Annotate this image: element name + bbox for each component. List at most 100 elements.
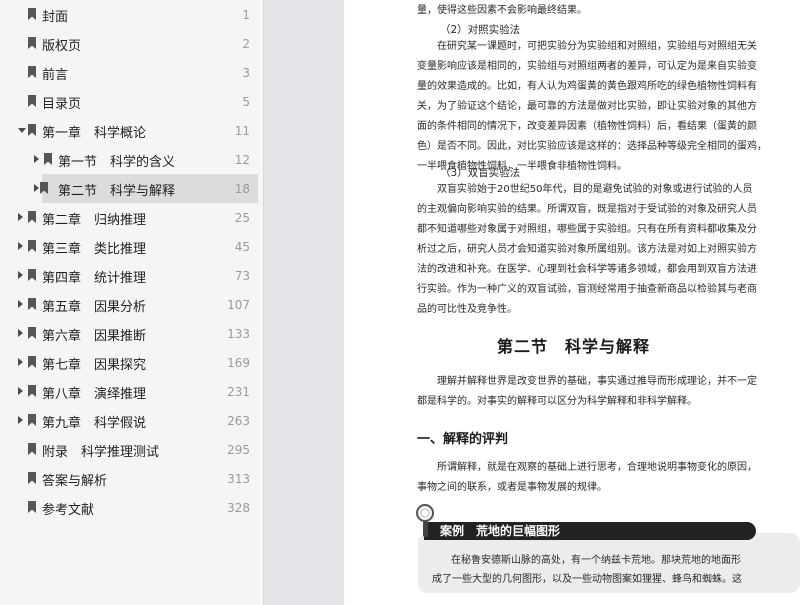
- toc-item[interactable]: 附录 科学推理测试 295: [0, 435, 258, 464]
- toc-item-label: 封面: [42, 10, 69, 25]
- toc-item[interactable]: 第一章 科学概论 11: [0, 116, 258, 145]
- case-title: 案例 荒地的巨幅图形: [440, 524, 561, 538]
- text-line: 析过之后，研究人员才会知道实验对象所属组别。该方法是对如上对照实验方: [417, 244, 757, 255]
- toc-item-label: 第八章 演绎推理: [42, 387, 147, 402]
- expand-right-arrow-icon[interactable]: [18, 271, 23, 279]
- expand-down-arrow-icon[interactable]: [18, 128, 26, 133]
- expand-right-arrow-icon[interactable]: [18, 300, 23, 308]
- toc-item[interactable]: 第九章 科学假说 263: [0, 406, 258, 435]
- expand-right-arrow-icon[interactable]: [34, 155, 39, 163]
- toc-item[interactable]: 前言 3: [0, 58, 258, 87]
- section-title: 第二节 科学与解释: [496, 337, 650, 356]
- text-line: 的主观偏向影响实验的结果。所谓双盲，既是指对于受试验的对象及研究人员: [417, 204, 757, 215]
- toc-item-label: 第五章 因果分析: [42, 300, 147, 315]
- toc-item[interactable]: 第八章 演绎推理 231: [0, 377, 258, 406]
- toc-item-page: 328: [227, 501, 250, 515]
- case-text-line: 在秘鲁安德斯山脉的高处，有一个纳兹卡荒地。那块荒地的地面形: [451, 555, 741, 566]
- toc-item-label: 参考文献: [42, 503, 95, 518]
- toc-item[interactable]: 封面 1: [0, 0, 258, 29]
- toc-item-page: 3: [242, 66, 250, 80]
- document-page: 量，使得这些因素不会影响最终结果。 （2）对照实验法 在研究某一课题时，可把实验…: [344, 0, 803, 605]
- expand-right-arrow-icon[interactable]: [34, 184, 39, 192]
- toc-item[interactable]: 参考文献 328: [0, 493, 258, 522]
- toc-item-page: 231: [227, 385, 250, 399]
- toc-item-label: 第一章 科学概论: [42, 126, 147, 141]
- toc-item-label: 第四章 统计推理: [42, 271, 147, 286]
- subheading-double-blind: （3）双盲实验法: [440, 167, 521, 179]
- bookmark-icon: [28, 298, 36, 310]
- expand-right-arrow-icon[interactable]: [18, 242, 23, 250]
- toc-item-label: 第六章 因果推断: [42, 329, 147, 344]
- bookmark-icon: [28, 240, 36, 252]
- bookmark-icon: [28, 124, 36, 136]
- magnifier-icon: [416, 504, 434, 537]
- toc-item-page: 25: [234, 211, 250, 225]
- bookmark-icon: [28, 269, 36, 281]
- expand-right-arrow-icon[interactable]: [18, 213, 23, 221]
- bookmark-icon: [28, 8, 36, 20]
- bookmark-icon: [28, 443, 36, 455]
- text-line: 双盲实验始于20世纪50年代，目的是避免试验的对象或进行试验的人员: [437, 184, 753, 195]
- toc-item[interactable]: 第五章 因果分析 107: [0, 290, 258, 319]
- toc-item-label: 第二节 科学与解释: [58, 184, 176, 199]
- text-line: 量，使得这些因素不会影响最终结果。: [417, 5, 587, 16]
- bookmark-icon: [28, 501, 36, 513]
- toc-item-page: 18: [234, 182, 250, 196]
- toc-item-label: 答案与解析: [42, 474, 108, 489]
- text-line: 都不知道哪些对象属于对照组，哪些属于实验组。只有在所有资料都收集及分: [417, 224, 757, 235]
- toc-item-page: 2: [242, 37, 250, 51]
- toc-item-label: 第九章 科学假说: [42, 416, 147, 431]
- bookmark-icon: [28, 95, 36, 107]
- text-line: 面的条件相同的情况下，改变差异因素（植物性饲料）后，看结果（蛋黄的颜: [417, 121, 757, 132]
- toc-sidebar: 封面 1 版权页 2 前言 3 目录页 5 第一章 科学概论 11 第一节 科学的含义 12 第二节 科…: [0, 0, 264, 605]
- text-line: 变量影响应该是相同的，实验组与对照组两者的差异，可认定为是来自实验变: [417, 61, 757, 72]
- text-line: 所谓解释，就是在观察的基础上进行思考，合理地说明事物变化的原因，: [437, 462, 757, 473]
- toc-item-page: 169: [227, 356, 250, 370]
- toc-item[interactable]: 第七章 因果探究 169: [0, 348, 258, 377]
- toc-item-page: 133: [227, 327, 250, 341]
- toc-item-page: 73: [234, 269, 250, 283]
- toc-item-label: 第一节 科学的含义: [58, 155, 176, 170]
- toc-item-page: 295: [227, 443, 250, 457]
- toc-item[interactable]: 答案与解析 313: [0, 464, 258, 493]
- bookmark-icon: [28, 327, 36, 339]
- subheading-control: （2）对照实验法: [440, 24, 521, 36]
- toc-item-page: 45: [234, 240, 250, 254]
- toc-item-page: 11: [234, 124, 250, 138]
- toc-item-page: 5: [242, 95, 250, 109]
- toc-item-label: 第二章 归纳推理: [42, 213, 147, 228]
- bookmark-icon: [28, 37, 36, 49]
- toc-item[interactable]: 第三章 类比推理 45: [0, 232, 258, 261]
- bookmark-icon: [28, 356, 36, 368]
- toc-item[interactable]: 第二章 归纳推理 25: [0, 203, 258, 232]
- toc-item-page: 1: [242, 8, 250, 22]
- bookmark-icon: [28, 414, 36, 426]
- expand-right-arrow-icon[interactable]: [18, 387, 23, 395]
- text-line: 行实验。作为一种广义的双盲试验，盲测经常用于抽查新商品以检验其与老商: [417, 284, 757, 295]
- toc-item[interactable]: 第一节 科学的含义 12: [0, 145, 258, 174]
- toc-item[interactable]: 目录页 5: [0, 87, 258, 116]
- toc-item-page: 12: [234, 153, 250, 167]
- toc-item[interactable]: 第四章 统计推理 73: [0, 261, 258, 290]
- text-line: 色）是否不同。因此，对比实验应该是这样的：选择品种等级完全相同的蛋鸡，: [417, 141, 767, 152]
- text-line: 法的改进和补充。在医学、心理到社会科学等诸多领域，都会用到双盲方法进: [417, 264, 757, 275]
- toc-item[interactable]: 第二节 科学与解释 18: [34, 174, 258, 203]
- toc-item[interactable]: 版权页 2: [0, 29, 258, 58]
- text-line: 关，为了验证这个结论，最可靠的方法是做对比实验，即让实验对象的其他方: [417, 101, 757, 112]
- bookmark-icon: [28, 211, 36, 223]
- toc-item-label: 第三章 类比推理: [42, 242, 147, 257]
- expand-right-arrow-icon[interactable]: [18, 329, 23, 337]
- text-line: 理解并解释世界是改变世界的基础，事实通过推导而形成理论，并不一定: [437, 376, 757, 387]
- bookmark-icon: [28, 66, 36, 78]
- expand-right-arrow-icon[interactable]: [18, 416, 23, 424]
- text-line: 品的可比性及竞争性。: [417, 304, 517, 315]
- heading-evaluation: 一、解释的评判: [417, 432, 509, 447]
- toc-item[interactable]: 第六章 因果推断 133: [0, 319, 258, 348]
- expand-right-arrow-icon[interactable]: [18, 358, 23, 366]
- bookmark-icon: [40, 182, 48, 194]
- text-line: 量的效果造成的。比如，有人认为鸡蛋黄的黄色跟鸡所吃的绿色植物性饲料有: [417, 81, 757, 92]
- toc-item-page: 263: [227, 414, 250, 428]
- text-line: 事物之间的联系，或者是事物发展的规律。: [417, 482, 607, 493]
- toc-item-label: 前言: [42, 68, 69, 83]
- text-line: 在研究某一课题时，可把实验分为实验组和对照组，实验组与对照组无关: [437, 41, 757, 52]
